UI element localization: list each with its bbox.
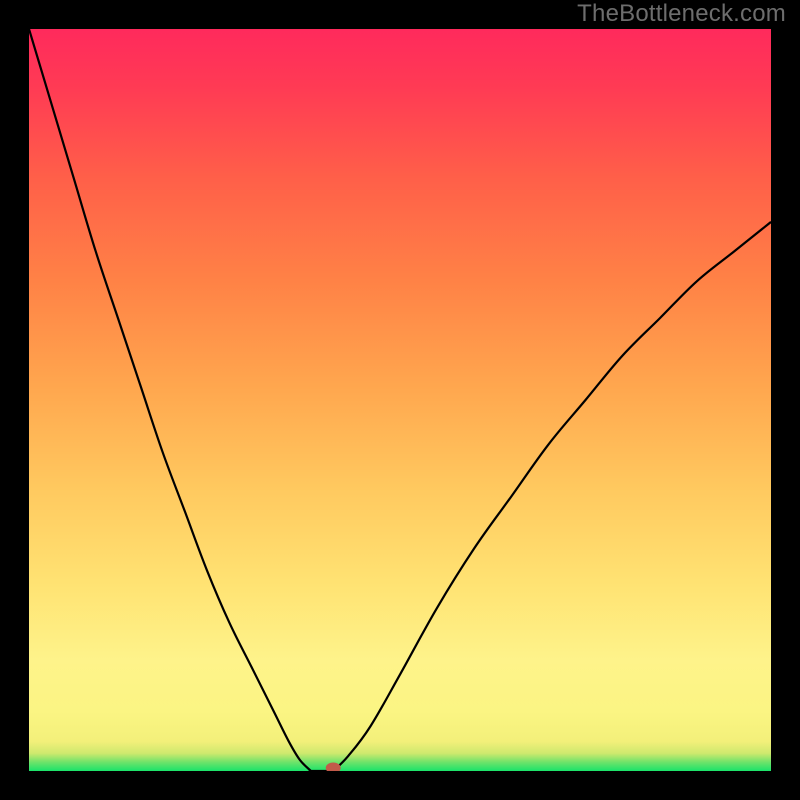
bottleneck-curve <box>29 29 771 771</box>
plot-area <box>29 29 771 771</box>
chart-frame: TheBottleneck.com <box>0 0 800 800</box>
watermark-text: TheBottleneck.com <box>577 0 786 28</box>
minimum-marker <box>326 763 340 771</box>
curve-path <box>29 29 771 771</box>
